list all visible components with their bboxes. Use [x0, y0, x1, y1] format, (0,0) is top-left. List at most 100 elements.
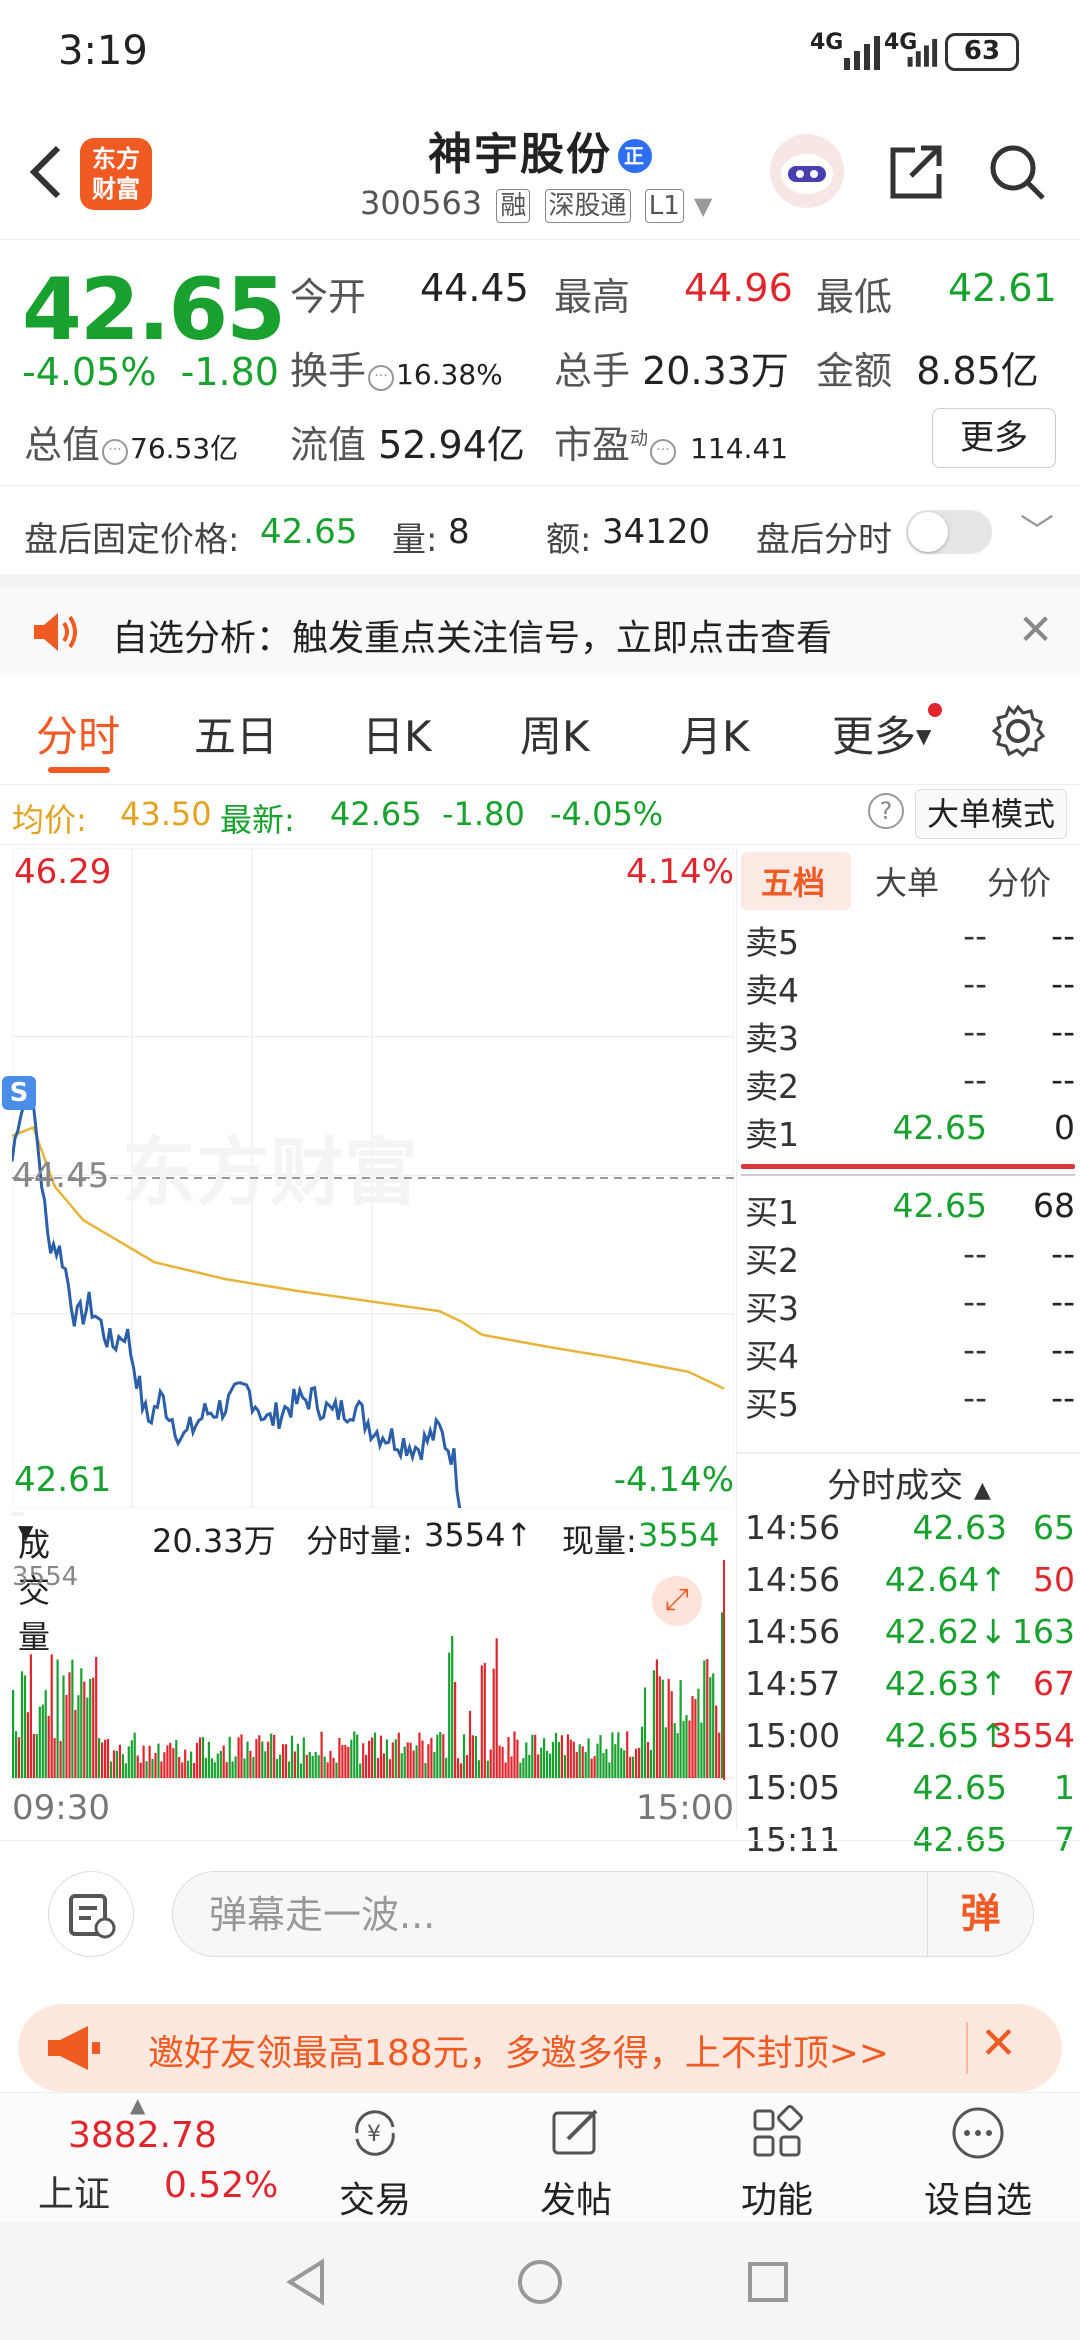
volume-bar: [62, 1675, 65, 1778]
danmaku-input[interactable]: 弹幕走一波... 弹: [172, 1871, 1034, 1957]
section-divider: [737, 1452, 1080, 1454]
bid-row[interactable]: 买5 -- --: [737, 1378, 1080, 1426]
volume-bar: [193, 1763, 196, 1778]
after-hours-toggle[interactable]: [906, 510, 992, 554]
bid-row[interactable]: 买4 -- --: [737, 1330, 1080, 1378]
back-triangle-icon[interactable]: [284, 2258, 328, 2306]
more-button[interactable]: 更多: [932, 408, 1056, 468]
ask-row[interactable]: 卖2 -- --: [737, 1060, 1080, 1108]
danmaku-button[interactable]: 弹: [927, 1872, 1033, 1956]
help-icon[interactable]: ?: [868, 793, 904, 829]
nav-functions[interactable]: 功能: [677, 2093, 877, 2223]
comment-settings-button[interactable]: [48, 1871, 134, 1957]
ask-price: --: [963, 1060, 987, 1099]
volume-bar: [448, 1652, 451, 1778]
alert-banner[interactable]: 自选分析：触发重点关注信号，立即点击查看 ✕: [0, 575, 1080, 675]
bid-level-label: 买1: [745, 1193, 799, 1232]
volume-bar: [83, 1681, 86, 1778]
volume-bar: [282, 1744, 285, 1778]
tab-five-levels[interactable]: 五档: [761, 858, 825, 904]
nav-post[interactable]: 发帖: [476, 2093, 676, 2223]
bid-row[interactable]: 买3 -- --: [737, 1282, 1080, 1330]
volume-bar: [92, 1677, 95, 1778]
tab-monthly-k[interactable]: 月K: [680, 703, 750, 764]
promo-close-icon[interactable]: ✕: [980, 2018, 1017, 2069]
volume-bar: [685, 1715, 688, 1778]
volume-indicator-select[interactable]: 成交量 ▼: [12, 1512, 50, 1656]
volume-bar: [587, 1738, 590, 1778]
volume-bar: [44, 1690, 47, 1778]
trade-icon: ¥: [355, 2110, 395, 2156]
pe-value: 114.41: [690, 432, 789, 465]
ask-row[interactable]: 卖5 -- --: [737, 916, 1080, 964]
ask-row[interactable]: 卖4 -- --: [737, 964, 1080, 1012]
ask-volume: --: [1051, 916, 1075, 955]
volume-bar: [15, 1731, 18, 1778]
index-ticker[interactable]: ▲ 3882.78 上证 0.52%: [0, 2093, 278, 2223]
robot-assistant-icon[interactable]: [770, 134, 844, 208]
ask-row[interactable]: 卖3 -- --: [737, 1012, 1080, 1060]
recents-square-icon[interactable]: [746, 2260, 790, 2304]
more-dots-icon[interactable]: ···: [102, 439, 129, 465]
volume-bar: [626, 1731, 629, 1778]
volume-bar: [537, 1754, 540, 1778]
bid-row[interactable]: 买1 42.65 68: [737, 1186, 1080, 1234]
tab-intraday[interactable]: 分时: [36, 703, 120, 764]
volume-bar: [276, 1759, 279, 1778]
ask-level-label: 卖2: [745, 1067, 799, 1106]
volume-bar: [95, 1656, 98, 1778]
tick-volume: 3554: [991, 1716, 1075, 1755]
tab-more[interactable]: 更多▼: [832, 703, 931, 764]
volume-bar: [190, 1751, 193, 1778]
time-start: 09:30: [12, 1788, 110, 1828]
volume-bar: [65, 1695, 68, 1778]
ask-row[interactable]: 卖1 42.65 0: [737, 1108, 1080, 1156]
y-axis-top: 46.29: [14, 852, 112, 892]
turnover-field[interactable]: 换手 ··· 16.38%: [290, 340, 503, 395]
home-circle-icon[interactable]: [516, 2258, 564, 2306]
volume-bar: [549, 1753, 552, 1778]
tick-volume: 67: [1033, 1664, 1075, 1703]
big-order-mode-button[interactable]: 大单模式: [915, 789, 1067, 839]
intraday-chart[interactable]: 东方财富 46.29 4.14% 42.61 -4.14% 44.45 S: [2, 848, 734, 1508]
close-icon[interactable]: ✕: [1018, 605, 1053, 654]
search-icon[interactable]: [985, 140, 1049, 204]
volume-bar: [640, 1726, 644, 1778]
tick-volume: 1: [1054, 1768, 1075, 1807]
tick-price: 42.63: [912, 1508, 1007, 1547]
tick-volume: 65: [1033, 1508, 1075, 1547]
pe-field[interactable]: 市盈动··· 114.41: [554, 414, 788, 469]
mktcap-field[interactable]: 总值 ··· 76.53亿: [24, 414, 238, 469]
volume-bar: [341, 1745, 344, 1778]
volume-bar: [691, 1695, 694, 1778]
tab-weekly-k[interactable]: 周K: [520, 703, 590, 764]
nav-trade[interactable]: ¥ 交易: [275, 2093, 475, 2223]
promo-banner[interactable]: 邀好友领最高188元，多邀多得，上不封顶>> ✕: [18, 2004, 1062, 2092]
bid-level-label: 买2: [745, 1241, 799, 1280]
volume-bar: [287, 1761, 291, 1778]
volume-bar: [261, 1741, 264, 1778]
nav-add-watchlist[interactable]: 设自选: [878, 2093, 1078, 2223]
tick-price: 42.64↑: [884, 1560, 1007, 1599]
tab-five-day[interactable]: 五日: [194, 703, 278, 764]
volume-bar: [451, 1636, 454, 1778]
tab-big-orders[interactable]: 大单: [875, 858, 939, 904]
volume-bar: [522, 1758, 525, 1778]
more-dots-icon[interactable]: ···: [368, 365, 395, 391]
volume-bar: [139, 1762, 142, 1778]
expand-icon[interactable]: ⤢: [652, 1576, 702, 1626]
bid-row[interactable]: 买2 -- --: [737, 1234, 1080, 1282]
share-icon[interactable]: [885, 140, 947, 202]
tab-price-dist[interactable]: 分价: [987, 858, 1051, 904]
chevron-down-icon[interactable]: ﹀: [1020, 504, 1054, 553]
speaker-icon: [34, 613, 77, 651]
volume-bar: [581, 1746, 584, 1778]
volume-bar: [519, 1762, 522, 1778]
dropdown-triangle-icon[interactable]: ▼: [694, 192, 712, 220]
battery-icon: 63: [945, 33, 1019, 71]
tab-daily-k[interactable]: 日K: [362, 703, 432, 764]
ticks-title[interactable]: 分时成交 ▲: [737, 1458, 1080, 1507]
more-dots-icon[interactable]: ···: [650, 439, 677, 465]
s-marker[interactable]: S: [2, 1076, 36, 1110]
gear-icon[interactable]: [990, 703, 1046, 759]
